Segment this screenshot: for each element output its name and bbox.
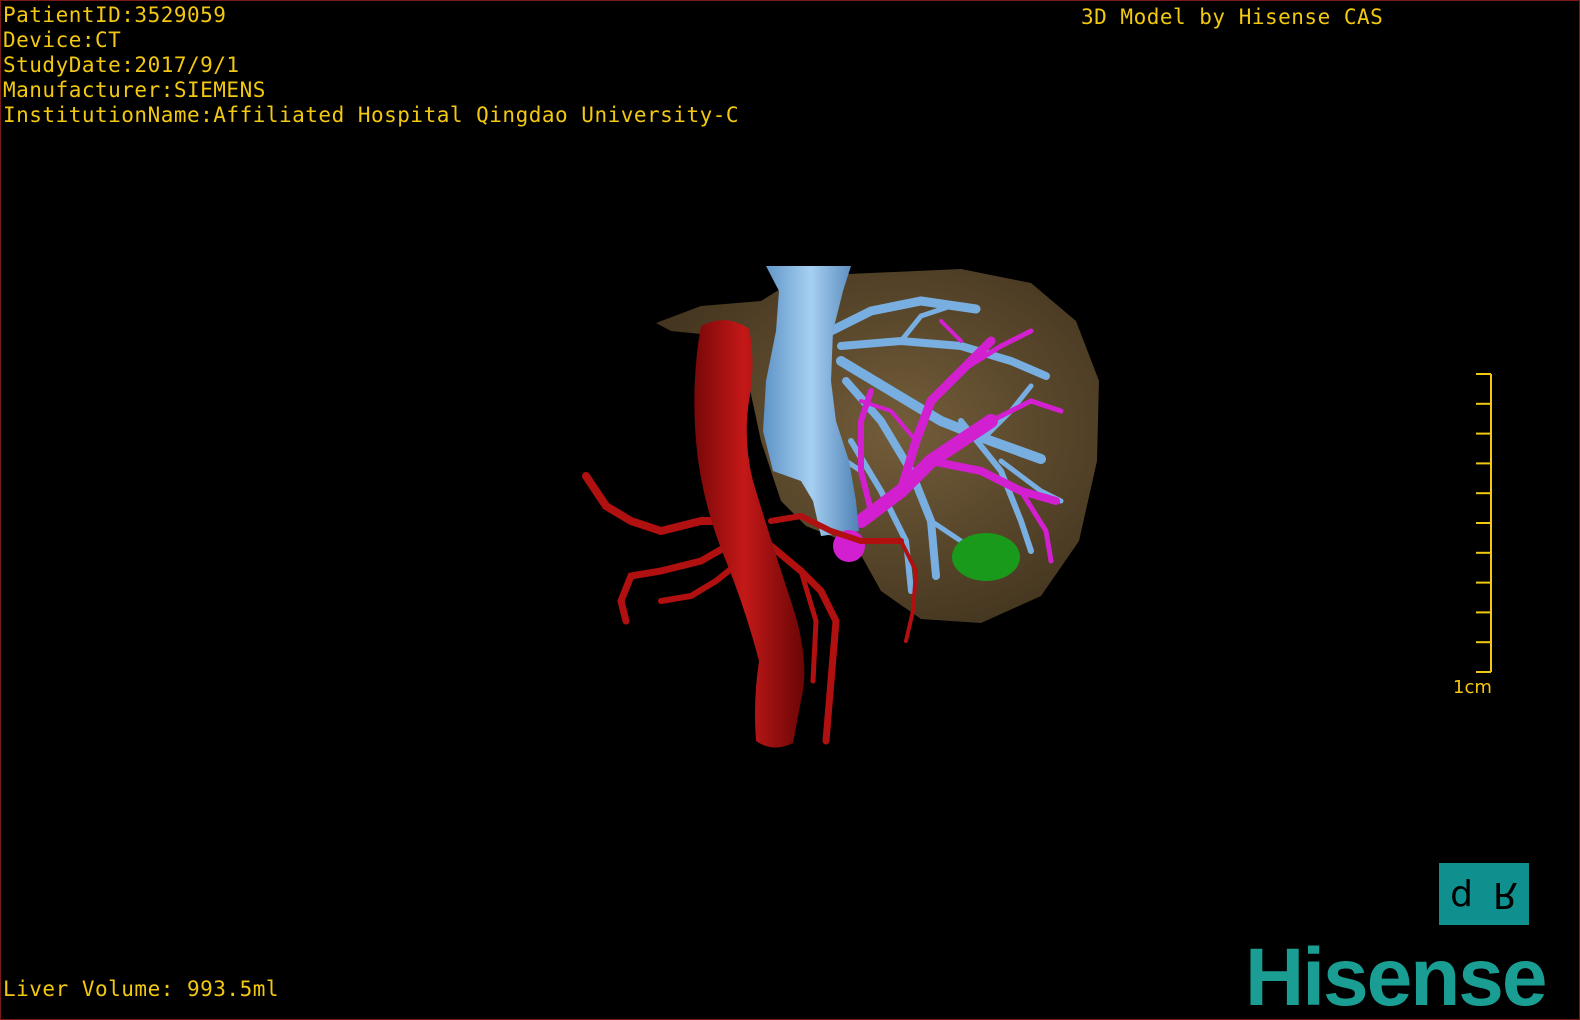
scale-bar <box>1476 373 1492 673</box>
scale-bar-label: 1cm <box>1453 677 1492 698</box>
hisense-logo: Hisense <box>1245 932 1548 1020</box>
liver-volume-readout: Liver Volume: 993.5ml <box>3 977 280 1001</box>
orientation-face-left: d <box>1450 873 1473 915</box>
liver-3d-model[interactable] <box>1 1 1580 1020</box>
liver-lesion <box>952 533 1020 581</box>
3d-render-viewport[interactable]: PatientID:3529059 Device:CT StudyDate:20… <box>0 0 1580 1020</box>
orientation-cube[interactable]: d R <box>1439 863 1529 925</box>
orientation-face-right: R <box>1492 873 1518 915</box>
